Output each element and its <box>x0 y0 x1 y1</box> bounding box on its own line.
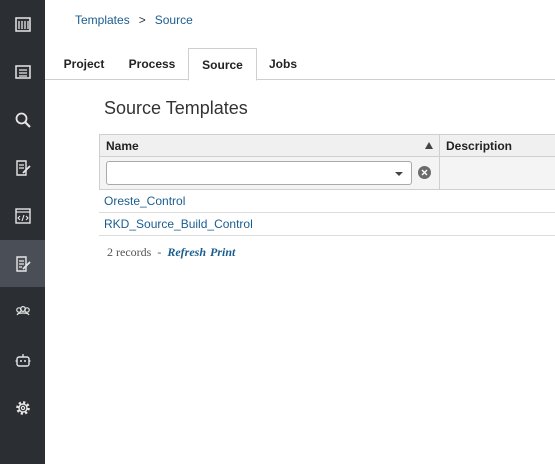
list-icon <box>14 64 31 79</box>
tab-jobs[interactable]: Jobs <box>257 48 309 80</box>
team-icon <box>15 305 30 315</box>
table-row: RKD_Source_Build_Control <box>99 213 555 236</box>
filter-dropdown-icon[interactable] <box>395 172 403 176</box>
sidebar <box>0 0 45 464</box>
templates-table: Name Description Oreste_Control RKD_Sour… <box>99 134 555 236</box>
breadcrumb-separator: > <box>138 13 146 27</box>
breadcrumb-source-link[interactable]: Source <box>155 13 193 27</box>
sidebar-item-team[interactable] <box>0 288 45 335</box>
close-icon <box>421 169 428 176</box>
edit-document-icon <box>15 159 31 176</box>
column-header-name[interactable]: Name <box>100 135 440 157</box>
tab-process[interactable]: Process <box>117 48 187 80</box>
breadcrumb: Templates > Source <box>75 13 193 27</box>
template-edit-icon <box>15 255 31 272</box>
sidebar-item-warehouse[interactable] <box>0 0 45 47</box>
column-divider <box>439 157 440 189</box>
template-link[interactable]: Oreste_Control <box>104 194 185 208</box>
name-filter-input[interactable] <box>106 161 412 185</box>
gear-icon <box>15 400 30 415</box>
footer-separator: - <box>157 245 162 259</box>
sidebar-item-templates[interactable] <box>0 240 45 287</box>
search-icon <box>15 112 31 128</box>
sidebar-item-search[interactable] <box>0 96 45 143</box>
code-file-icon <box>14 207 31 224</box>
filter-row <box>99 157 555 190</box>
record-count: 2 records <box>107 245 152 259</box>
sidebar-item-robot[interactable] <box>0 336 45 383</box>
tab-project[interactable]: Project <box>53 48 115 80</box>
table-footer: 2 records - Refresh Print <box>107 245 235 260</box>
column-description-label: Description <box>446 139 513 153</box>
sidebar-item-edit[interactable] <box>0 144 45 191</box>
sidebar-item-list[interactable] <box>0 48 45 95</box>
clear-filter-button[interactable] <box>418 166 431 179</box>
template-link[interactable]: RKD_Source_Build_Control <box>104 217 253 231</box>
print-link[interactable]: Print <box>210 245 235 259</box>
tab-bar: Project Process Source Jobs <box>45 48 555 81</box>
page-title: Source Templates <box>104 98 248 118</box>
refresh-link[interactable]: Refresh <box>167 245 206 259</box>
breadcrumb-templates-link[interactable]: Templates <box>75 13 130 27</box>
sidebar-item-settings[interactable] <box>0 384 45 431</box>
tab-source[interactable]: Source <box>188 48 257 81</box>
warehouse-icon <box>14 16 31 32</box>
table-row: Oreste_Control <box>99 190 555 213</box>
robot-icon <box>15 353 30 367</box>
column-header-description[interactable]: Description <box>440 135 555 157</box>
table-header: Name Description <box>99 134 555 157</box>
column-name-label: Name <box>106 139 139 153</box>
sort-ascending-icon <box>425 142 433 149</box>
sidebar-item-code[interactable] <box>0 192 45 239</box>
